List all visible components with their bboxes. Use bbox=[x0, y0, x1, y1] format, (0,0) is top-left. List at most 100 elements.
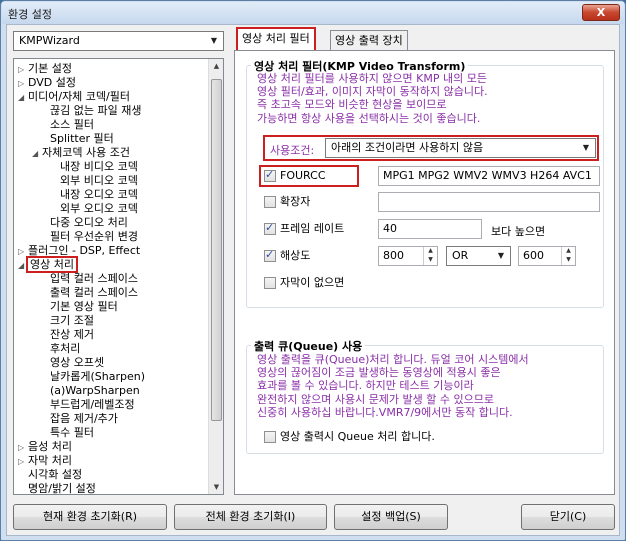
queue-group-title: 출력 큐(Queue) 사용 bbox=[251, 338, 366, 354]
tree-item-label: 영상 오프셋 bbox=[50, 356, 105, 369]
fourcc-checkbox[interactable] bbox=[264, 168, 276, 182]
fourcc-field[interactable]: MPG1 MPG2 WMV2 WMV3 H264 AVC1 bbox=[378, 166, 600, 186]
scroll-down-icon[interactable]: ▼ bbox=[211, 483, 222, 491]
tree-item[interactable]: 부드럽게/레벨조정 bbox=[40, 398, 135, 412]
tree-item[interactable]: ◢ 자체코덱 사용 조건 bbox=[32, 146, 130, 160]
framerate-label: 프레임 레이트 bbox=[280, 222, 345, 235]
scroll-up-icon[interactable]: ▲ bbox=[211, 62, 222, 70]
close-window-button[interactable]: X bbox=[582, 4, 620, 21]
queue-checkbox[interactable] bbox=[264, 431, 276, 443]
collapsed-icon[interactable]: ▷ bbox=[18, 245, 28, 259]
collapsed-icon[interactable]: ▷ bbox=[18, 455, 28, 469]
filter-description: 영상 처리 필터를 사용하지 않으면 KMP 내의 모든 영상 필터/효과, 이… bbox=[257, 72, 488, 125]
settings-tree[interactable]: 명암/밝기 설정 시각화 설정 ▷ 자막 처리 ▷ 음성 처리 특수 필터 잡음 제거/추가 부… bbox=[13, 58, 224, 495]
chevron-down-icon: ▼ bbox=[497, 251, 505, 260]
tree-item[interactable]: 크기 조절 bbox=[40, 314, 94, 328]
tree-item-label: 자막 처리 bbox=[28, 454, 72, 467]
tree-item[interactable]: 명암/밝기 설정 bbox=[18, 482, 96, 495]
collapsed-icon[interactable]: ▷ bbox=[18, 441, 28, 455]
framerate-checkbox[interactable] bbox=[264, 221, 276, 235]
tree-item-label: 출력 컬러 스페이스 bbox=[50, 286, 138, 299]
expanded-icon[interactable]: ◢ bbox=[32, 147, 42, 161]
tree-item-label: 후처리 bbox=[50, 342, 81, 355]
height-spinner[interactable]: ▲ ▼ bbox=[561, 247, 575, 265]
tree-item[interactable]: 특수 필터 bbox=[40, 426, 94, 440]
tree-item-label: 크기 조절 bbox=[50, 314, 94, 327]
extension-checkbox[interactable] bbox=[264, 196, 276, 208]
tree-item[interactable]: 내장 비디오 코덱 bbox=[50, 160, 138, 174]
resolution-op-value: OR bbox=[452, 249, 469, 262]
tree-item[interactable]: 외부 비디오 코덱 bbox=[50, 174, 138, 188]
no-subtitle-label: 자막이 없으면 bbox=[280, 276, 345, 289]
expanded-icon[interactable]: ◢ bbox=[18, 91, 28, 105]
tree-item-label: 기본 설정 bbox=[28, 62, 72, 75]
tree-item[interactable]: 날카롭게(Sharpen) bbox=[40, 370, 145, 384]
resolution-checkbox[interactable] bbox=[264, 248, 276, 262]
tab-video-filter[interactable]: 영상 처리 필터 bbox=[236, 27, 316, 52]
condition-select-value: 아래의 조건이라면 사용하지 않음 bbox=[331, 141, 484, 154]
no-subtitle-checkbox[interactable] bbox=[264, 277, 276, 289]
tree-item-label: DVD 설정 bbox=[28, 76, 77, 89]
tree-item[interactable]: ▷ 플러그인 - DSP, Effect bbox=[18, 244, 140, 258]
reset-current-button[interactable]: 현재 환경 초기화(R) bbox=[13, 504, 167, 530]
tree-item[interactable]: 끊김 없는 파일 재생 bbox=[40, 104, 141, 118]
chevron-down-icon: ▼ bbox=[210, 36, 218, 45]
tree-item[interactable]: ▷ 음성 처리 bbox=[18, 440, 72, 454]
tree-item-label: 부드럽게/레벨조정 bbox=[50, 398, 135, 411]
tree-item-label: 자체코덱 사용 조건 bbox=[42, 146, 130, 159]
tree-item-label: 다중 오디오 처리 bbox=[50, 216, 128, 229]
tree-item[interactable]: 입력 컬러 스페이스 bbox=[40, 272, 138, 286]
extension-field[interactable] bbox=[378, 192, 600, 212]
framerate-suffix: 보다 높으면 bbox=[491, 225, 546, 238]
tab-video-output[interactable]: 영상 출력 장치 bbox=[330, 30, 408, 51]
tree-item-label: 필터 우선순위 변경 bbox=[50, 230, 138, 243]
tree-item-label: 미디어/자체 코덱/필터 bbox=[28, 90, 130, 103]
tree-item-label: 명암/밝기 설정 bbox=[28, 482, 96, 495]
tree-item-label: 입력 컬러 스페이스 bbox=[50, 272, 138, 285]
framerate-field[interactable]: 40 bbox=[378, 219, 482, 239]
tree-item[interactable]: ◢ 미디어/자체 코덱/필터 bbox=[18, 90, 130, 104]
tree-item-label: 특수 필터 bbox=[50, 426, 94, 439]
tree-item[interactable]: 출력 컬러 스페이스 bbox=[40, 286, 138, 300]
tree-item[interactable]: 외부 오디오 코덱 bbox=[50, 202, 138, 216]
tree-item[interactable]: 다중 오디오 처리 bbox=[40, 216, 128, 230]
tree-item-label: 외부 오디오 코덱 bbox=[60, 202, 138, 215]
fourcc-label: FOURCC bbox=[280, 169, 326, 182]
close-button[interactable]: 닫기(C) bbox=[521, 504, 615, 530]
scroll-thumb[interactable] bbox=[211, 79, 222, 421]
tree-item[interactable]: 내장 오디오 코덱 bbox=[50, 188, 138, 202]
tree-item[interactable]: ▷ 자막 처리 bbox=[18, 454, 72, 468]
width-spinner[interactable]: ▲ ▼ bbox=[423, 247, 437, 265]
tree-item-label: 시각화 설정 bbox=[28, 468, 83, 481]
tree-item[interactable]: Splitter 필터 bbox=[40, 132, 114, 146]
tree-item[interactable]: 소스 필터 bbox=[40, 118, 94, 132]
preset-select[interactable]: KMPWizard ▼ bbox=[13, 31, 224, 51]
tree-item-label: Splitter 필터 bbox=[50, 132, 114, 145]
tree-item[interactable]: ▷ 기본 설정 bbox=[18, 62, 72, 76]
tree-item[interactable]: 잔상 제거 bbox=[40, 328, 94, 342]
resolution-width-field[interactable]: 800 ▲ ▼ bbox=[378, 246, 438, 266]
title-bar: 환경 설정 X bbox=[2, 2, 624, 24]
reset-all-button[interactable]: 전체 환경 초기화(I) bbox=[174, 504, 327, 530]
tree-item[interactable]: ▷ DVD 설정 bbox=[18, 76, 76, 90]
tree-item[interactable]: 시각화 설정 bbox=[18, 468, 82, 482]
resolution-height-field[interactable]: 600 ▲ ▼ bbox=[518, 246, 576, 266]
tree-item[interactable]: 후처리 bbox=[40, 342, 80, 356]
resolution-op-select[interactable]: OR ▼ bbox=[446, 246, 511, 266]
collapsed-icon[interactable]: ▷ bbox=[18, 77, 28, 91]
tree-item[interactable]: ◢ 영상 처리 bbox=[18, 256, 78, 273]
tree-item[interactable]: 필터 우선순위 변경 bbox=[40, 230, 138, 244]
tree-item[interactable]: 영상 오프셋 bbox=[40, 356, 104, 370]
tree-item-label: 잔상 제거 bbox=[50, 328, 94, 341]
collapsed-icon[interactable]: ▷ bbox=[18, 63, 28, 77]
tree-item-label: 영상 처리 bbox=[26, 256, 78, 273]
expanded-icon[interactable]: ◢ bbox=[18, 259, 28, 273]
tree-item[interactable]: 잡음 제거/추가 bbox=[40, 412, 118, 426]
tree-scrollbar[interactable]: ▲ ▼ bbox=[208, 59, 223, 494]
tree-item[interactable]: 기본 영상 필터 bbox=[40, 300, 118, 314]
tree-item-label: 내장 비디오 코덱 bbox=[60, 160, 138, 173]
condition-select[interactable]: 아래의 조건이라면 사용하지 않음 ▼ bbox=[325, 138, 596, 158]
tree-item[interactable]: (a)WarpSharpen bbox=[40, 384, 140, 398]
tree-item-label: 음성 처리 bbox=[28, 440, 72, 453]
backup-settings-button[interactable]: 설정 백업(S) bbox=[334, 504, 448, 530]
